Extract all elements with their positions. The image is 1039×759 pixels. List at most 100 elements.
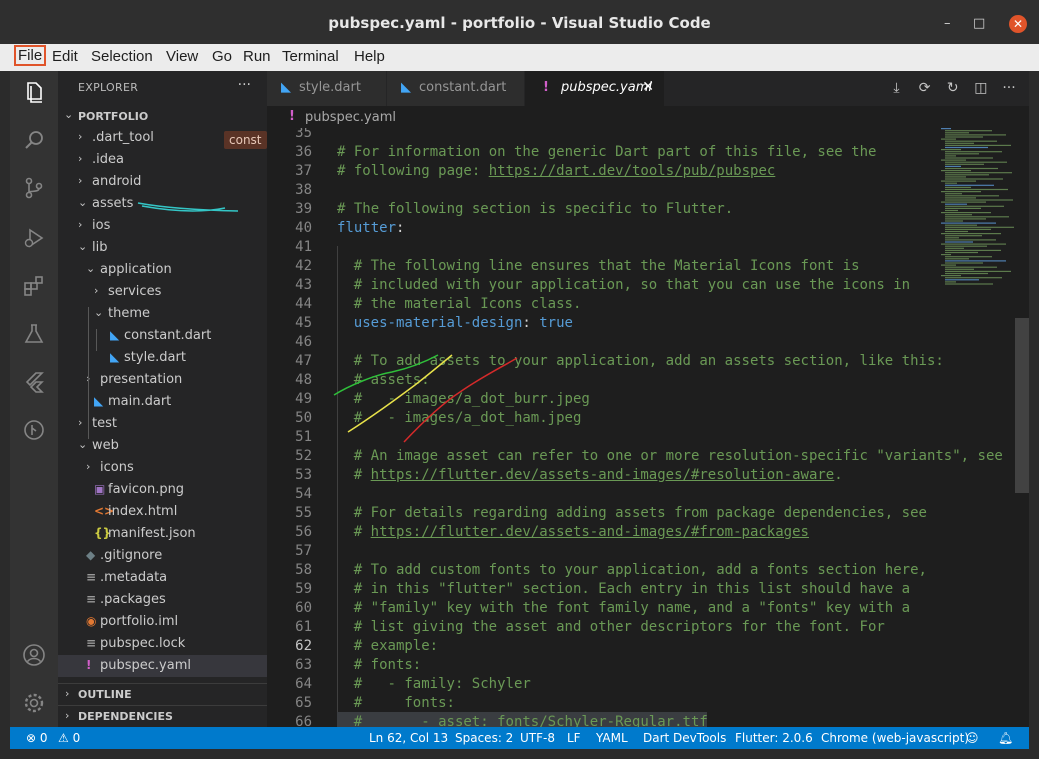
- tree-item-style-dart[interactable]: ◣ style.dart: [58, 347, 267, 369]
- code-editor[interactable]: 35 36 # For information on the generic Dar…: [267, 128, 1029, 727]
- tree-item-portfolio-iml[interactable]: ◉ portfolio.iml: [58, 611, 267, 633]
- tree-item-pubspec-lock[interactable]: ≡ pubspec.lock: [58, 633, 267, 655]
- more-actions-icon[interactable]: ···: [238, 77, 251, 93]
- minimap-line: [945, 224, 977, 226]
- more-actions-icon[interactable]: ···: [997, 80, 1021, 96]
- cursor-position[interactable]: Ln 62, Col 13: [369, 731, 448, 745]
- menu-selection[interactable]: Selection: [91, 48, 153, 65]
- dependencies-section[interactable]: › DEPENDENCIES: [58, 705, 267, 727]
- flutter-version[interactable]: Flutter: 2.0.6: [735, 731, 813, 745]
- menu-go[interactable]: Go: [212, 48, 232, 65]
- editor-actions: ⤓ ⟳ ↻ ◫ ···: [884, 80, 1021, 96]
- outline-section[interactable]: › OUTLINE: [58, 683, 267, 705]
- extensions-icon[interactable]: [22, 274, 46, 298]
- tree-item-services[interactable]: › services: [58, 281, 267, 303]
- bell-icon[interactable]: 🔔︎: [998, 731, 1013, 745]
- breadcrumb: ! pubspec.yaml: [267, 106, 1029, 128]
- download-icon[interactable]: ⤓: [884, 80, 908, 96]
- testing-icon[interactable]: [22, 322, 46, 346]
- menu-terminal[interactable]: Terminal: [282, 48, 339, 65]
- minimap-line: [945, 134, 1006, 136]
- code-token: #: [353, 524, 371, 540]
- menu-help[interactable]: Help: [354, 48, 385, 65]
- line-number: 44: [295, 296, 312, 312]
- line-number: 61: [295, 619, 312, 635]
- tree-item-icons[interactable]: › icons: [58, 457, 267, 479]
- menu-view[interactable]: View: [166, 48, 198, 65]
- menu-file[interactable]: File: [13, 45, 47, 66]
- line-number: 48: [295, 372, 312, 388]
- minimap-line: [945, 209, 958, 212]
- flutter-icon[interactable]: [22, 370, 46, 394]
- breadcrumb-file[interactable]: pubspec.yaml: [305, 110, 396, 125]
- source-control-icon[interactable]: [22, 176, 46, 200]
- tree-item-presentation[interactable]: ›presentation: [58, 369, 267, 391]
- menu-bar: File Edit Selection View Go Run Terminal…: [0, 44, 1039, 71]
- menu-run[interactable]: Run: [243, 48, 271, 65]
- tree-item-android[interactable]: › android: [58, 171, 267, 193]
- indentation[interactable]: Spaces: 2: [455, 731, 513, 745]
- editor-tabs: ◣ style.dart ◣ constant.dart ! pubspec.y…: [267, 71, 1029, 106]
- end-of-line[interactable]: LF: [567, 731, 581, 745]
- git-graph-icon[interactable]: [22, 418, 46, 442]
- tree-indent-guide: [96, 329, 97, 351]
- encoding[interactable]: UTF-8: [520, 731, 555, 745]
- tree-item-application[interactable]: ⌄ application: [58, 259, 267, 281]
- code-line: # - images/a_dot_burr.jpeg: [354, 391, 590, 407]
- code-link[interactable]: https://flutter.dev/assets-and-images/#f…: [371, 524, 809, 540]
- settings-gear-icon[interactable]: [22, 691, 46, 715]
- minimap-line: [945, 197, 976, 199]
- tree-item-favicon-png[interactable]: ▣ favicon.png: [58, 479, 267, 501]
- tree-item-label: favicon.png: [108, 482, 185, 497]
- account-icon[interactable]: [22, 643, 46, 667]
- code-link[interactable]: https://dart.dev/tools/pub/pubspec: [489, 163, 776, 179]
- close-window-button[interactable]: ✕: [1009, 15, 1027, 33]
- tab-constant-dart[interactable]: ◣ constant.dart: [387, 71, 525, 106]
- code-line: # "family" key with the font family name…: [354, 600, 910, 616]
- minimap-line: [941, 222, 996, 224]
- line-number: 42: [295, 258, 312, 274]
- tree-item-gitignore[interactable]: ◆ .gitignore: [58, 545, 267, 567]
- minimize-button[interactable]: –: [944, 16, 951, 31]
- vertical-scrollbar-thumb[interactable]: [1015, 318, 1029, 493]
- run-debug-icon[interactable]: [22, 226, 46, 250]
- refresh-icon[interactable]: ⟳: [913, 80, 937, 96]
- target-device[interactable]: Chrome (web-javascript): [821, 731, 969, 745]
- minimap[interactable]: [939, 128, 1019, 288]
- tree-item-index-html[interactable]: <> index.html: [58, 501, 267, 523]
- line-number: 63: [295, 657, 312, 673]
- language-mode[interactable]: YAML: [596, 731, 628, 745]
- tree-item-ios[interactable]: › ios: [58, 215, 267, 237]
- explorer-icon[interactable]: [22, 81, 46, 105]
- history-icon[interactable]: ↻: [941, 80, 965, 96]
- minimap-line: [945, 218, 986, 220]
- tree-item-constant-dart[interactable]: ◣ constant.dart: [58, 325, 267, 347]
- tree-item-idea[interactable]: › .idea: [58, 149, 267, 171]
- split-editor-icon[interactable]: ◫: [969, 80, 993, 96]
- tree-item-manifest-json[interactable]: {} manifest.json: [58, 523, 267, 545]
- tree-item-metadata[interactable]: ≡ .metadata: [58, 567, 267, 589]
- search-icon[interactable]: [22, 128, 46, 152]
- maximize-button[interactable]: □: [973, 16, 985, 31]
- tree-item-label: presentation: [100, 372, 183, 387]
- line-number: 40: [295, 220, 312, 236]
- code-token: # included with your application, so tha…: [353, 277, 911, 293]
- tree-item-main-dart[interactable]: ◣ main.dart: [58, 391, 267, 413]
- workspace-root[interactable]: ⌄ PORTFOLIO: [58, 105, 267, 127]
- tab-style-dart[interactable]: ◣ style.dart: [267, 71, 387, 106]
- tree-item-web[interactable]: ⌄ web: [58, 435, 267, 457]
- tree-item-packages[interactable]: ≡ .packages: [58, 589, 267, 611]
- tree-item-pubspec-yaml[interactable]: ! pubspec.yaml: [58, 655, 267, 677]
- problems-errors[interactable]: ⊗ 0: [26, 731, 48, 745]
- menu-edit[interactable]: Edit: [52, 48, 78, 65]
- tree-item-lib[interactable]: ⌄ lib: [58, 237, 267, 259]
- dart-devtools[interactable]: Dart DevTools: [643, 731, 726, 745]
- tab-pubspec-yaml[interactable]: ! pubspec.yaml ✕: [525, 71, 665, 106]
- code-link[interactable]: https://flutter.dev/assets-and-images/#r…: [371, 467, 835, 483]
- feedback-icon[interactable]: ☺: [966, 731, 979, 745]
- tree-item-theme[interactable]: ⌄ theme: [58, 303, 267, 325]
- tree-item-test[interactable]: › test: [58, 413, 267, 435]
- tree-item-assets[interactable]: ⌄ assets: [58, 193, 267, 215]
- problems-warnings[interactable]: ⚠ 0: [58, 731, 80, 745]
- close-tab-icon[interactable]: ✕: [642, 79, 654, 95]
